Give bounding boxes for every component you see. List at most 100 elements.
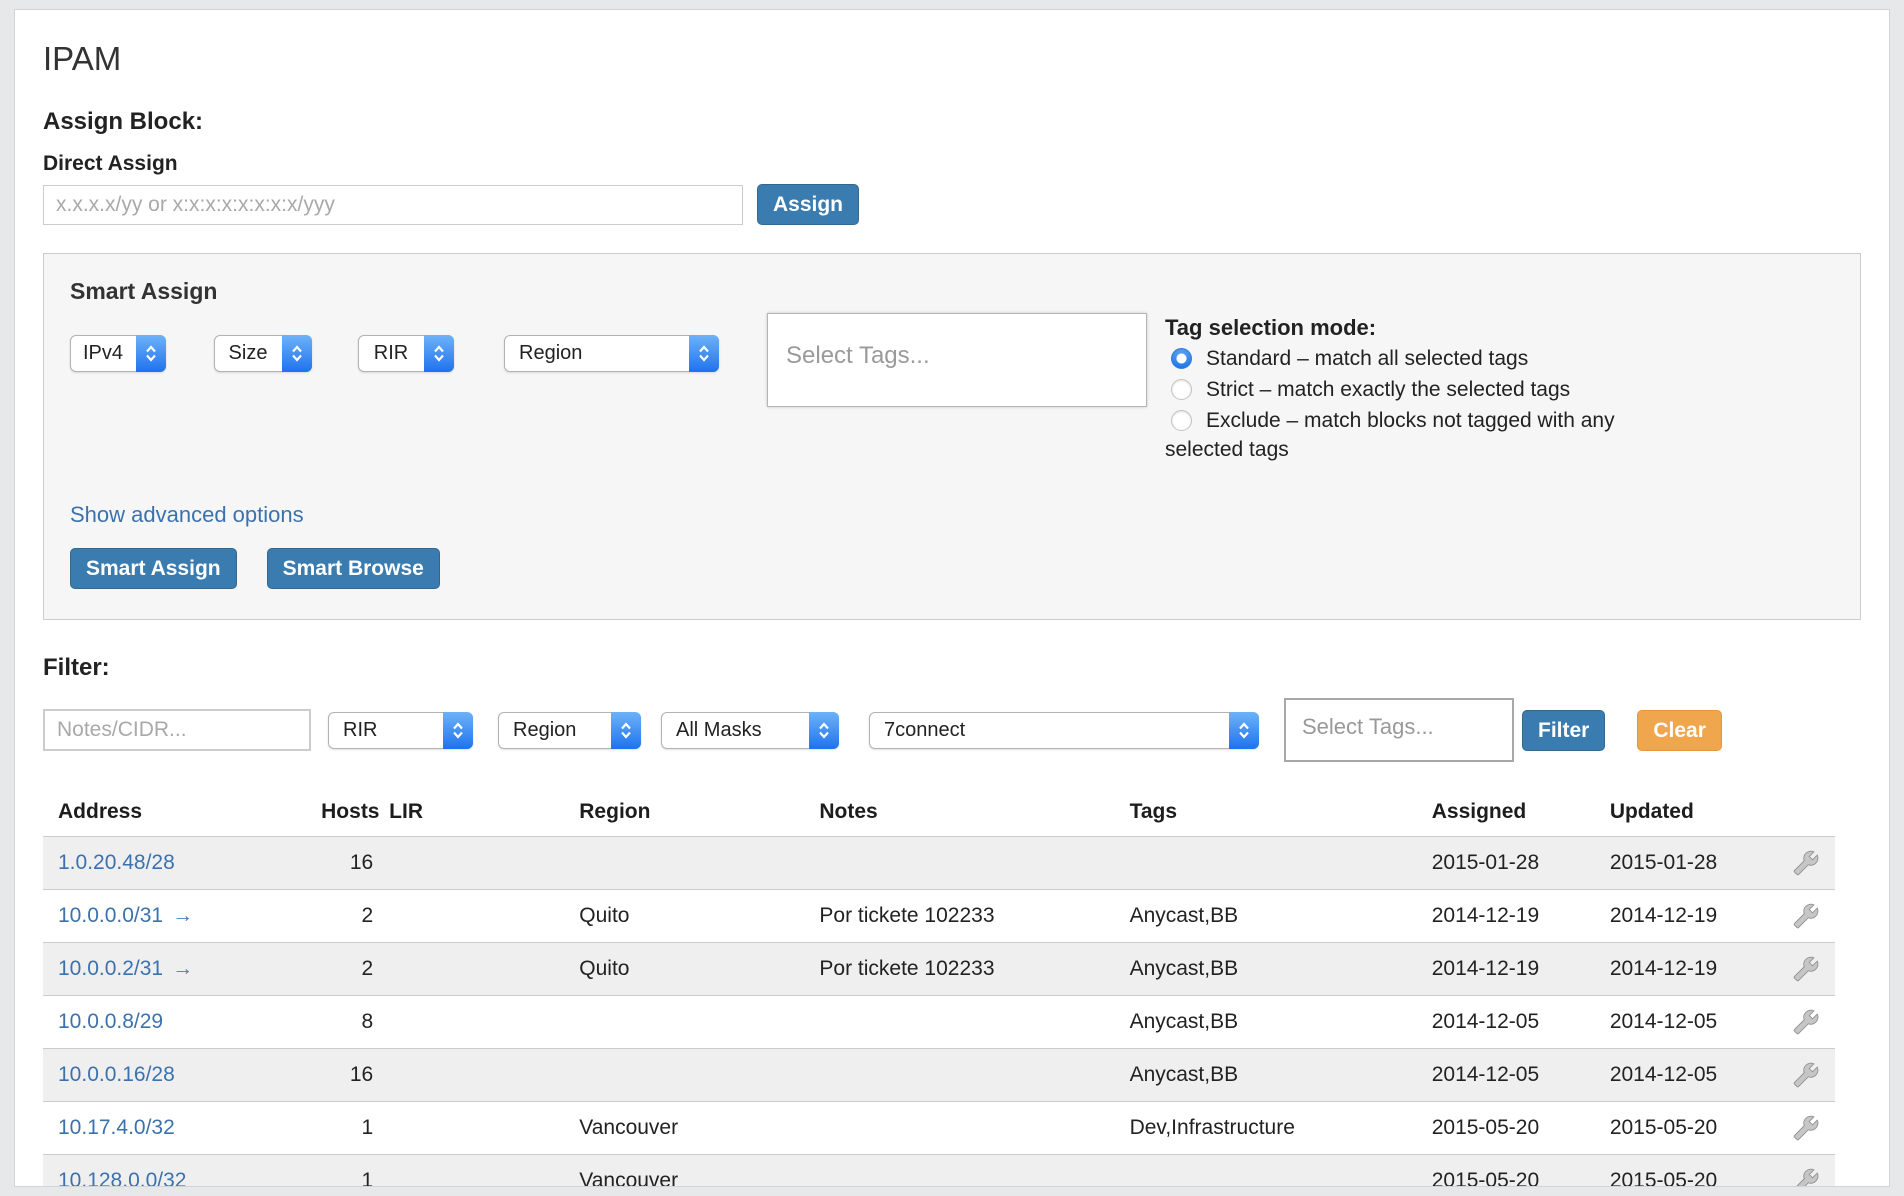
size-select-value: Size [229, 342, 268, 365]
notes-cidr-input[interactable] [43, 709, 311, 751]
assigned-cell: 2015-05-20 [1424, 1102, 1602, 1155]
actions-cell [1777, 837, 1835, 890]
col-region: Region [571, 792, 811, 837]
address-cell: 10.0.0.0/31 → [43, 890, 313, 943]
updated-cell: 2014-12-19 [1602, 890, 1777, 943]
updated-cell: 2015-05-20 [1602, 1155, 1777, 1187]
table-row: 10.0.0.8/29 8 Anycast,BB 2014-12-05 2014… [43, 996, 1835, 1049]
address-cell: 10.0.0.8/29 [43, 996, 313, 1049]
address-cell: 10.0.0.2/31 → [43, 943, 313, 996]
filter-row: RIR Region All Masks 7connect Select Tag… [43, 698, 1861, 762]
notes-cell [811, 1102, 1121, 1155]
wrench-icon[interactable] [1793, 1168, 1819, 1187]
tags-cell: Dev,Infrastructure [1122, 1102, 1424, 1155]
hosts-cell: 1 [313, 1102, 381, 1155]
smart-assign-button[interactable]: Smart Assign [70, 548, 237, 589]
address-link[interactable]: 10.128.0.0/32 [58, 1169, 186, 1187]
table-row: 10.128.0.0/32 1 Vancouver 2015-05-20 201… [43, 1155, 1835, 1187]
col-lir: LIR [381, 792, 571, 837]
radio-selected-icon[interactable] [1171, 348, 1192, 369]
address-link[interactable]: 10.17.4.0/32 [58, 1116, 175, 1139]
tags-cell: Anycast,BB [1122, 996, 1424, 1049]
tag-mode-option-strict[interactable]: Strict – match exactly the selected tags [1165, 375, 1617, 404]
smart-browse-button[interactable]: Smart Browse [267, 548, 440, 589]
tag-mode-option-label: Strict – match exactly the selected tags [1206, 378, 1570, 401]
actions-cell [1777, 996, 1835, 1049]
arrow-icon[interactable]: → [172, 957, 193, 980]
hosts-cell: 8 [313, 996, 381, 1049]
assigned-cell: 2014-12-19 [1424, 890, 1602, 943]
tag-mode-option-exclude[interactable]: Exclude – match blocks not tagged with a… [1165, 406, 1617, 464]
address-link[interactable]: 10.0.0.0/31 [58, 904, 163, 927]
wrench-icon[interactable] [1793, 1009, 1819, 1035]
notes-cell: Por tickete 102233 [811, 890, 1121, 943]
notes-cell [811, 996, 1121, 1049]
filter-button[interactable]: Filter [1522, 710, 1605, 751]
wrench-icon[interactable] [1793, 1062, 1819, 1088]
radio-icon[interactable] [1171, 410, 1192, 431]
clear-button[interactable]: Clear [1637, 710, 1722, 751]
address-link[interactable]: 10.0.0.8/29 [58, 1010, 163, 1033]
table-row: 10.0.0.0/31→ 2 Quito Por tickete 102233 … [43, 890, 1835, 943]
table-header-row: Address Hosts LIR Region Notes Tags Assi… [43, 792, 1835, 837]
radio-icon[interactable] [1171, 379, 1192, 400]
wrench-icon[interactable] [1793, 850, 1819, 876]
wrench-icon[interactable] [1793, 956, 1819, 982]
notes-cell [811, 837, 1121, 890]
table-row: 10.0.0.16/28 16 Anycast,BB 2014-12-05 20… [43, 1049, 1835, 1102]
wrench-icon[interactable] [1793, 1115, 1819, 1141]
tag-mode-option-label: Standard – match all selected tags [1206, 347, 1528, 370]
filter-rir-select[interactable]: RIR [328, 712, 473, 749]
wrench-icon[interactable] [1793, 903, 1819, 929]
region-cell: Vancouver [571, 1155, 811, 1187]
resource-select[interactable]: 7connect [869, 712, 1259, 749]
hosts-cell: 2 [313, 943, 381, 996]
select-chevrons-icon [611, 712, 641, 749]
updated-cell: 2014-12-05 [1602, 1049, 1777, 1102]
filter-tags-placeholder: Select Tags... [1302, 714, 1434, 739]
filter-tags-input[interactable]: Select Tags... [1284, 698, 1514, 762]
tag-selection-mode-group: Tag selection mode: Standard – match all… [1165, 313, 1617, 464]
rir-select-value: RIR [374, 342, 408, 365]
filter-heading: Filter: [43, 654, 1861, 682]
notes-cell: Por tickete 102233 [811, 943, 1121, 996]
col-updated: Updated [1602, 792, 1777, 837]
size-select[interactable]: Size [214, 335, 312, 372]
col-actions [1777, 792, 1835, 837]
address-cell: 10.128.0.0/32 [43, 1155, 313, 1187]
direct-assign-row: Assign [43, 184, 1861, 225]
smart-selects-row: IPv4 Size RIR [70, 335, 719, 372]
assign-button[interactable]: Assign [757, 184, 859, 225]
tags-cell: Anycast,BB [1122, 943, 1424, 996]
select-chevrons-icon [136, 335, 166, 372]
address-link[interactable]: 1.0.20.48/28 [58, 851, 175, 874]
tag-mode-option-standard[interactable]: Standard – match all selected tags [1165, 344, 1617, 373]
col-notes: Notes [811, 792, 1121, 837]
family-select-value: IPv4 [83, 342, 123, 365]
hosts-cell: 16 [313, 837, 381, 890]
lir-cell [381, 1155, 571, 1187]
masks-select-value: All Masks [676, 719, 762, 742]
address-cell: 1.0.20.48/28 [43, 837, 313, 890]
smart-tags-input[interactable]: Select Tags... [767, 313, 1147, 407]
masks-select[interactable]: All Masks [661, 712, 839, 749]
select-chevrons-icon [282, 335, 312, 372]
address-link[interactable]: 10.0.0.16/28 [58, 1063, 175, 1086]
address-link[interactable]: 10.0.0.2/31 [58, 957, 163, 980]
region-select[interactable]: Region [504, 335, 719, 372]
advanced-options-link[interactable]: Show advanced options [70, 502, 304, 528]
assigned-cell: 2014-12-05 [1424, 1049, 1602, 1102]
notes-cell [811, 1155, 1121, 1187]
family-select[interactable]: IPv4 [70, 335, 166, 372]
arrow-icon[interactable]: → [172, 904, 193, 927]
col-address: Address [43, 792, 313, 837]
direct-assign-input[interactable] [43, 185, 743, 225]
lir-cell [381, 837, 571, 890]
actions-cell [1777, 1155, 1835, 1187]
filter-region-select[interactable]: Region [498, 712, 641, 749]
updated-cell: 2015-01-28 [1602, 837, 1777, 890]
rir-select[interactable]: RIR [358, 335, 454, 372]
actions-cell [1777, 1049, 1835, 1102]
col-tags: Tags [1122, 792, 1424, 837]
select-chevrons-icon [689, 335, 719, 372]
